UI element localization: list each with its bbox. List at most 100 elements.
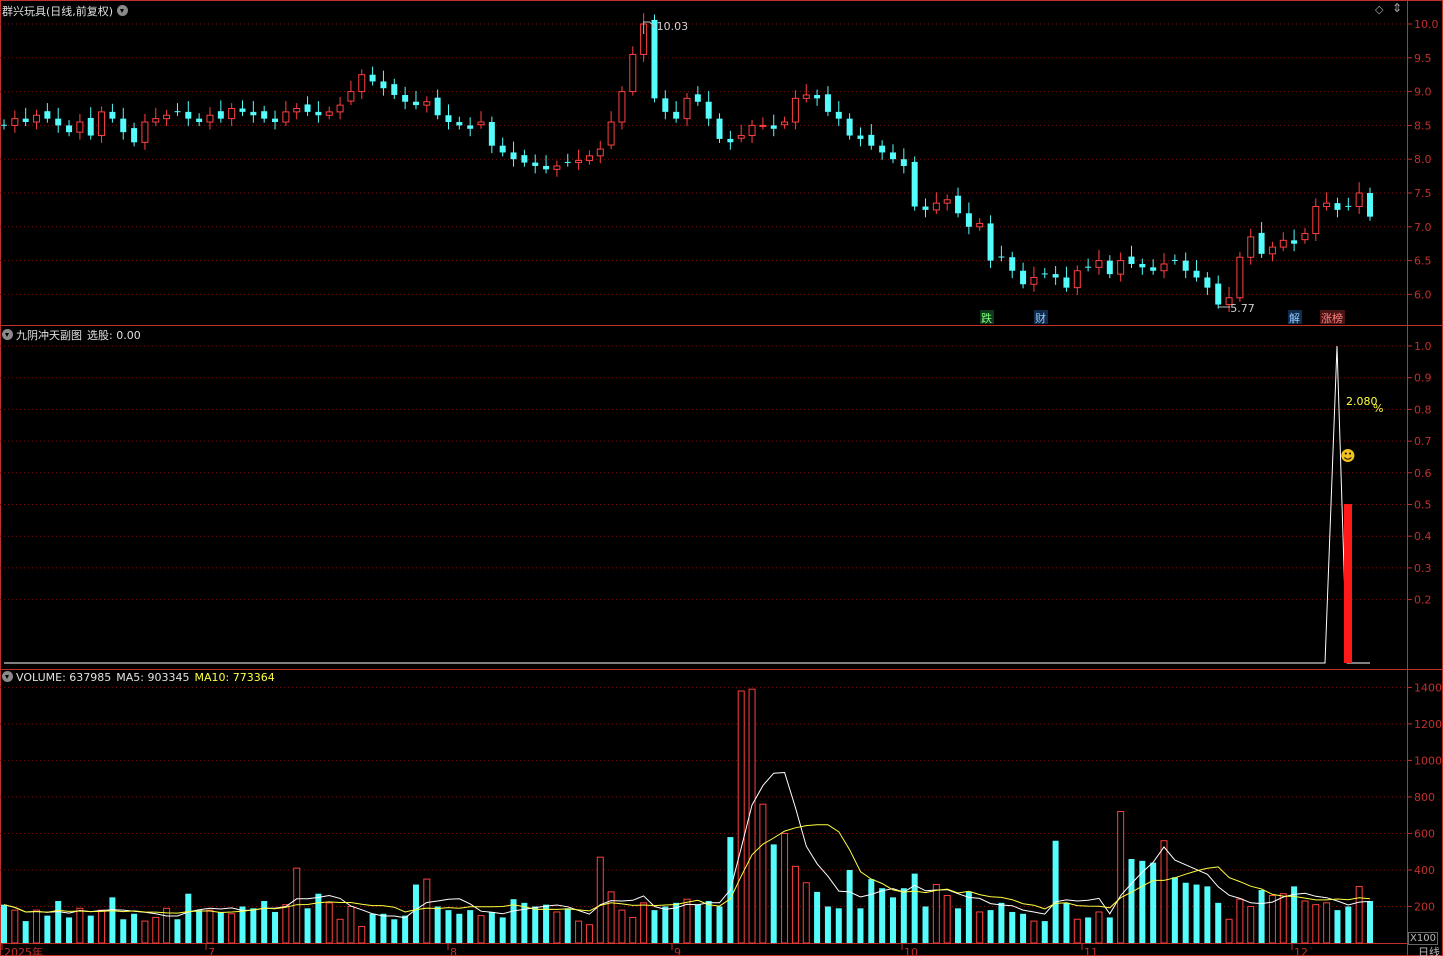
price-tick-label: 8.5 [1414,119,1432,132]
volume-bar-up [607,891,615,944]
candle-body-up [1247,236,1255,258]
candle-body-down [391,84,398,95]
volume-bar-down [185,893,192,943]
volume-bar-up [1279,893,1287,944]
volume-bar-up [976,911,984,944]
candle-body-up [163,114,171,120]
candle-body-down [380,81,387,89]
volume-bar-up [1301,900,1309,944]
candle-body-down [564,161,571,163]
volume-bar-up [358,926,366,944]
indicator-header: 九阴冲天副图 选股: 0.00 [2,327,141,343]
candle-body-up [596,148,604,157]
volume-bar-down [1063,902,1070,943]
indicator-tick-label: 0.2 [1414,594,1432,607]
volume-bar-down [673,902,680,943]
candle-body-up [1160,263,1168,272]
candle-body-down [673,111,680,119]
indicator-name[interactable]: 九阴冲天副图 [16,329,82,342]
volume-bar-up [596,856,604,944]
candle-body-down [174,111,181,113]
candle-body-up [152,118,160,123]
candle-body-down [272,118,279,123]
candle-body-down [250,111,257,116]
candle-body-up [282,111,290,123]
candle-body-up [1312,206,1320,235]
volume-bar-down [1085,917,1092,943]
candle-body-down [412,101,419,106]
candle-body-down [1367,193,1373,217]
volume-bar-down [391,919,398,943]
volume-bar-down [131,913,138,943]
candle-body-up [759,124,767,127]
volume-bar-down [120,919,127,943]
volume-bar-up [1312,904,1320,944]
volume-bar-down [250,908,257,943]
x-axis-label: 10 [904,946,918,956]
candle-body-up [1236,256,1244,299]
volume-bar-up [802,882,810,944]
volume-bar-up [737,690,745,944]
volume-bar-down [1182,882,1189,943]
event-tag: 解 [1289,311,1300,325]
volume-menu-icon[interactable] [2,671,13,682]
volume-bar-up [336,918,344,944]
volume-bar-up [1095,911,1103,944]
volume-bar-up [629,916,637,944]
price-tick-label: 9.5 [1414,52,1432,65]
candle-body-up [141,121,149,143]
candle-body-up [325,111,333,116]
indicator-tick-label: 0.6 [1414,467,1432,480]
volume-bar-up [423,878,431,944]
event-tag: 涨榜 [1321,311,1343,325]
candle-body-up [336,104,344,113]
volume-bar-up [1323,902,1331,944]
volume-bar-up [282,904,290,944]
candle-body-down [87,117,94,136]
volume-bar-down [445,910,452,943]
candle-body-up [98,111,106,137]
x-axis-label: 8 [450,946,457,956]
candle-body-up [932,202,940,211]
volume-bar-down [272,911,279,943]
candle-body-down [987,223,994,261]
volume-bar-up [1160,840,1168,944]
high-label: 10.03 [657,20,689,33]
candle-body-down [434,97,441,116]
price-menu-icon[interactable] [116,5,128,16]
indicator-menu-icon[interactable] [2,329,13,340]
stock-name[interactable]: 群兴玩具 [2,5,46,18]
volume-bar-down [1204,886,1211,943]
volume-bar-down [868,879,875,943]
volume-tick-label: 200 [1414,900,1435,913]
candle-body-down [694,94,701,102]
volume-bar-up [163,907,171,944]
volume-bar-down [402,915,409,943]
volume-bar-down [412,884,419,943]
candle-body-down [998,256,1005,258]
volume-bar-down [662,906,669,943]
candle-body-down [239,108,246,112]
volume-bar-down [1345,906,1352,943]
volume-tick-label: 1200 [1414,718,1442,731]
indicator-field-value: 0.00 [116,329,141,342]
candle-body-up [76,121,84,133]
volume-tick-label: 400 [1414,864,1435,877]
volume-bar-down [261,901,268,943]
candle-body-up [206,114,214,123]
candle-body-down [900,159,907,166]
volume-bar-down [66,917,73,943]
volume-bar-down [196,910,203,943]
volume-tick-label: 800 [1414,791,1435,804]
volume-tick-label: 1000 [1414,754,1442,767]
candle-body-down [814,94,821,99]
volume-bar-down [239,906,246,943]
volume-tick-label: 600 [1414,827,1435,840]
volume-bar-down [857,908,864,943]
candle-body-down [1052,274,1059,278]
volume-bar-up [1355,885,1363,944]
volume-bar-down [543,904,550,943]
volume-bar-up [347,905,355,944]
volume-bar-up [553,911,561,944]
volume-bar-down [922,906,929,943]
